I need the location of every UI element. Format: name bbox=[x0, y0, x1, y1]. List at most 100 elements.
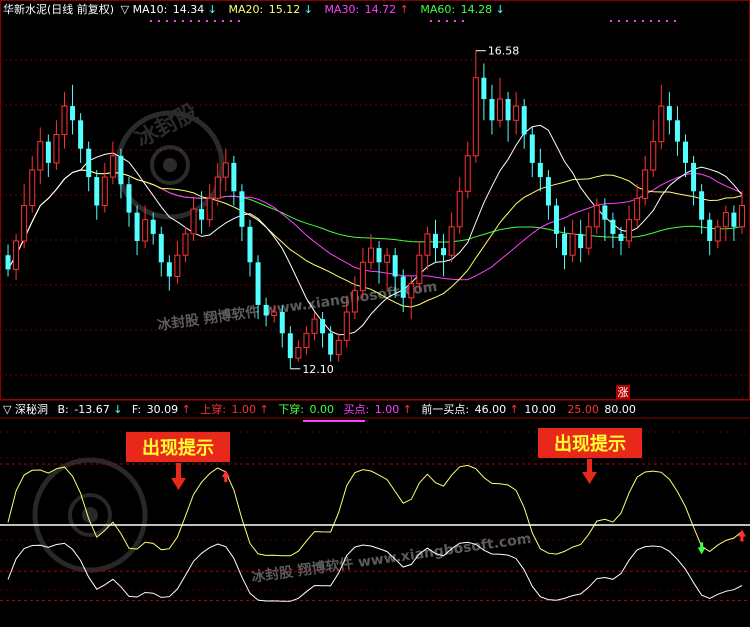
candle bbox=[13, 233, 20, 281]
stock-title: 华新水泥(日线 前复权) bbox=[3, 2, 114, 16]
high-marker: 16.58 bbox=[475, 45, 519, 58]
candle-body bbox=[182, 233, 189, 256]
candle bbox=[303, 326, 310, 355]
dot-marker bbox=[430, 20, 432, 22]
candle bbox=[569, 219, 576, 263]
candle bbox=[537, 148, 543, 192]
candle-body bbox=[545, 177, 551, 206]
candle bbox=[650, 120, 657, 178]
candle-body bbox=[537, 162, 543, 178]
candle bbox=[456, 177, 463, 234]
candle-body bbox=[738, 205, 745, 228]
candle bbox=[101, 162, 108, 213]
ma30-arrow: ↑ bbox=[400, 3, 409, 16]
candle-body bbox=[214, 176, 221, 199]
dot-marker bbox=[650, 20, 652, 22]
indicator-legend: ▽ 深秘洞 B: -13.67 ↓ F: 30.09 ↑ 上穿: 1.00 ↑ … bbox=[3, 402, 636, 416]
dot-marker bbox=[150, 20, 152, 22]
candle-body bbox=[658, 105, 665, 143]
prev-buy-label: 前一买点: bbox=[421, 402, 469, 416]
candle-body bbox=[432, 233, 438, 249]
candle bbox=[610, 212, 616, 249]
tip-box-2: 出现提示 bbox=[538, 428, 642, 484]
candle bbox=[416, 241, 423, 291]
candle bbox=[70, 84, 76, 135]
candle-body bbox=[553, 205, 559, 234]
dot-marker bbox=[642, 20, 644, 22]
candle-body bbox=[287, 333, 293, 359]
candle bbox=[578, 219, 584, 263]
dot-marker bbox=[610, 20, 612, 22]
dot-marker bbox=[674, 20, 676, 22]
candle bbox=[602, 198, 608, 241]
tip2-text: 出现提示 bbox=[554, 433, 626, 455]
candle-body bbox=[585, 226, 592, 249]
candle bbox=[86, 141, 92, 192]
candle bbox=[206, 184, 213, 227]
dot-marker bbox=[214, 20, 216, 22]
f-value: 30.09 bbox=[147, 403, 179, 416]
candle-body bbox=[29, 169, 36, 206]
stock-chart[interactable]: 冰封股 冰封股 翔博软件 www.xiangbosoft.com 冰封股 翔博软… bbox=[0, 0, 750, 627]
b-label: B: bbox=[57, 403, 68, 416]
candle-body bbox=[166, 262, 172, 277]
candle bbox=[585, 212, 592, 256]
candle-body bbox=[61, 105, 68, 135]
candle bbox=[674, 106, 680, 156]
candle-body bbox=[650, 141, 657, 171]
dot-marker bbox=[618, 20, 620, 22]
ma60-value: 14.28 bbox=[461, 3, 493, 16]
candle bbox=[367, 233, 374, 270]
candle-body bbox=[642, 169, 649, 199]
candle-body bbox=[699, 191, 705, 220]
candle bbox=[545, 170, 551, 220]
candle bbox=[295, 340, 302, 362]
candle-body bbox=[707, 219, 713, 241]
candle bbox=[158, 226, 164, 277]
ma10-value: 14.34 bbox=[173, 3, 205, 16]
low-marker: 12.10 bbox=[290, 363, 334, 376]
up-cross-label: 上穿: bbox=[200, 402, 226, 416]
tip1-text: 出现提示 bbox=[142, 437, 214, 459]
candle bbox=[174, 241, 181, 284]
legend-toggle: ▽ bbox=[121, 3, 130, 16]
watermark-seal-indicator bbox=[32, 457, 148, 573]
candle-body bbox=[562, 233, 568, 256]
candle-body bbox=[247, 226, 253, 263]
candle-body bbox=[279, 312, 285, 334]
candle-body bbox=[118, 155, 124, 185]
level2-value: 25.00 bbox=[567, 403, 599, 416]
buy-signal-arrow bbox=[221, 470, 230, 483]
candle bbox=[351, 276, 358, 320]
candle bbox=[247, 219, 253, 277]
candle-body bbox=[691, 162, 697, 192]
watermark-text-indicator: 冰封股 翔博软件 www.xiangbosoft.com bbox=[250, 530, 532, 586]
candle bbox=[472, 50, 479, 163]
candle-body bbox=[45, 141, 51, 163]
candle-body bbox=[505, 99, 511, 121]
candle-body bbox=[448, 226, 455, 256]
candle-body bbox=[529, 134, 535, 163]
candle bbox=[37, 127, 44, 185]
dot-marker bbox=[222, 20, 224, 22]
dot-marker bbox=[666, 20, 668, 22]
dot-marker bbox=[238, 20, 240, 22]
candle bbox=[714, 219, 721, 249]
candle bbox=[109, 141, 116, 185]
candle-body bbox=[602, 205, 608, 220]
candle bbox=[505, 91, 511, 142]
candle bbox=[239, 184, 245, 241]
dot-marker bbox=[454, 20, 456, 22]
candle-body bbox=[521, 106, 527, 135]
up-cross-arrow: ↑ bbox=[260, 403, 269, 416]
dot-marker bbox=[166, 20, 168, 22]
candle-body bbox=[569, 233, 576, 256]
candle-body bbox=[303, 332, 310, 348]
ma10-label: MA10: bbox=[133, 3, 168, 16]
candle-body bbox=[384, 254, 391, 263]
buy-arrow: ↑ bbox=[403, 403, 412, 416]
candle bbox=[683, 134, 689, 178]
dot-marker bbox=[634, 20, 636, 22]
buy-label: 买点: bbox=[343, 403, 369, 416]
level1-value: 10.00 bbox=[524, 403, 556, 416]
